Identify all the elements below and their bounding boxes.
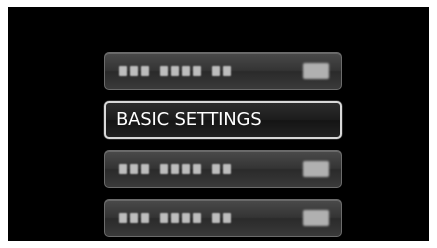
menu-item-1[interactable] xyxy=(104,52,342,90)
menu-item-label-placeholder xyxy=(119,213,231,223)
menu-item-4[interactable] xyxy=(104,199,342,237)
menu-item-basic-settings[interactable]: BASIC SETTINGS xyxy=(104,101,342,139)
menu-list: BASIC SETTINGS xyxy=(104,52,342,241)
placeholder-icon xyxy=(303,63,329,79)
menu-item-label-placeholder xyxy=(119,164,231,174)
menu-item-label-placeholder xyxy=(119,66,231,76)
menu-item-3[interactable] xyxy=(104,150,342,188)
camera-screen: BASIC SETTINGS xyxy=(8,7,429,241)
placeholder-icon xyxy=(303,210,329,226)
placeholder-icon xyxy=(303,161,329,177)
menu-item-label: BASIC SETTINGS xyxy=(116,109,262,130)
